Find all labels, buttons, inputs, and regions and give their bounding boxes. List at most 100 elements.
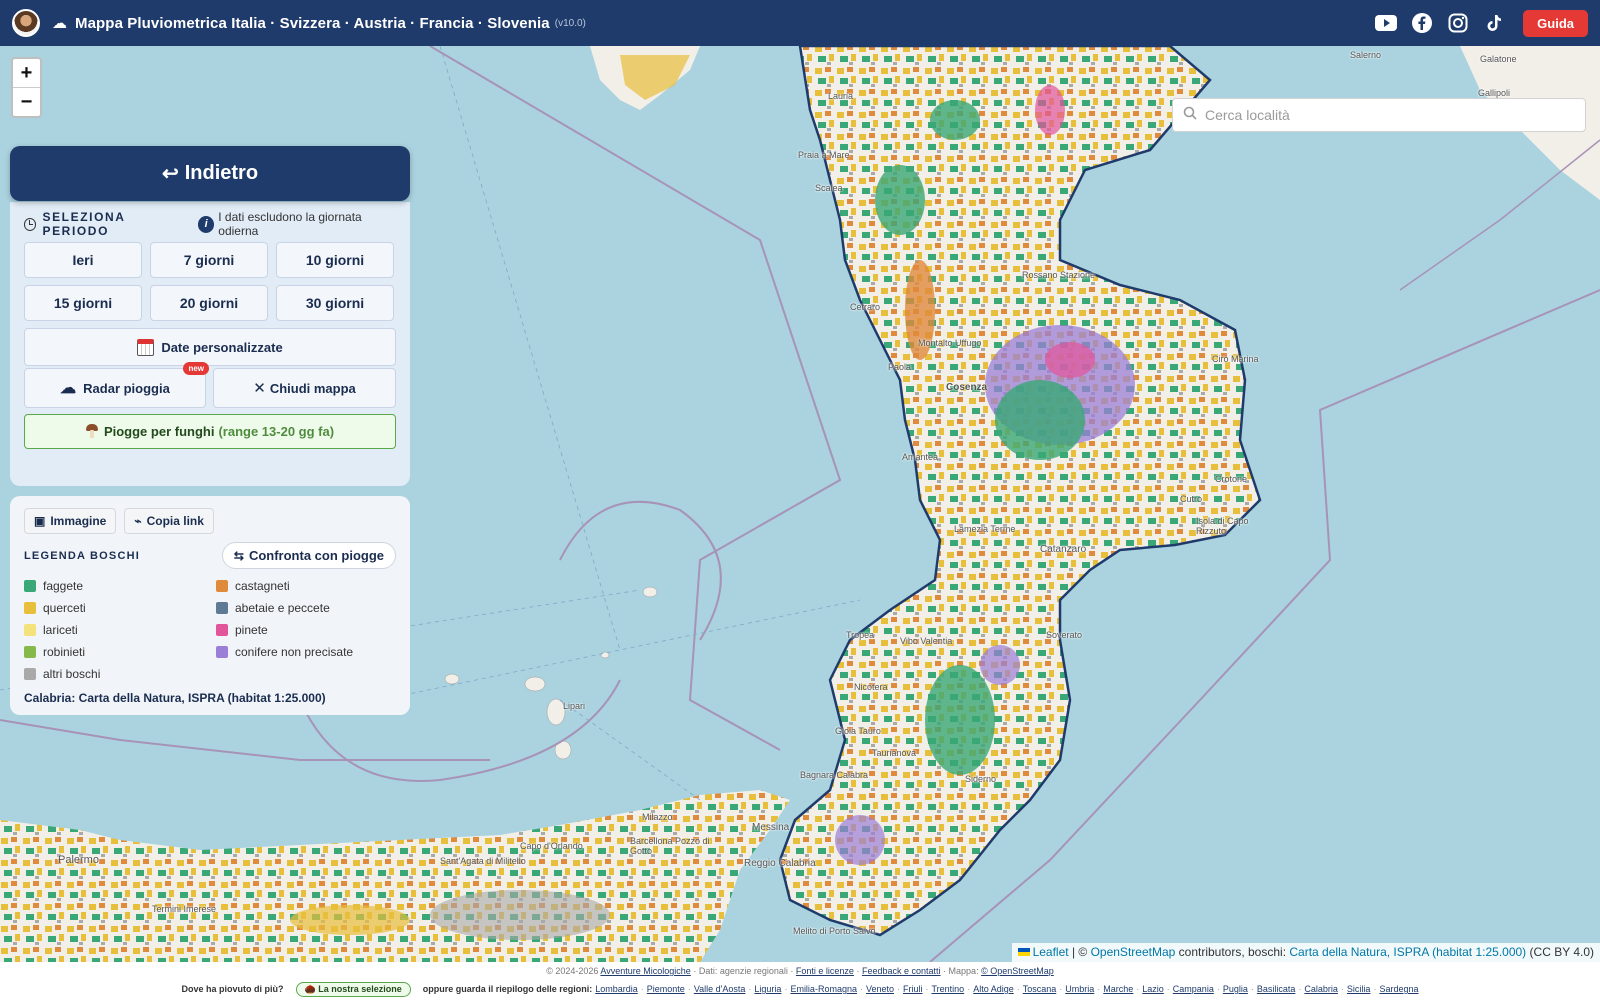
top-bar: ☁ Mappa Pluviometrica Italia · Svizzera … xyxy=(0,0,1600,46)
separator: · xyxy=(859,984,863,994)
legend-item: faggete xyxy=(24,578,216,594)
separator: · xyxy=(748,984,752,994)
legend-item: pinete xyxy=(216,622,396,638)
separator: · xyxy=(897,984,900,994)
period-button-10[interactable]: 10 giorni xyxy=(276,242,394,278)
region-link[interactable]: Campania xyxy=(1173,984,1214,994)
camera-icon: ▣ xyxy=(34,514,46,528)
leaflet-link[interactable]: Leaflet xyxy=(1033,945,1069,959)
region-link[interactable]: Sardegna xyxy=(1379,984,1418,994)
place-label: Cirò Marina xyxy=(1212,354,1259,364)
app-title: Mappa Pluviometrica Italia · Svizzera · … xyxy=(75,14,550,32)
region-link[interactable]: Puglia xyxy=(1223,984,1248,994)
region-link[interactable]: Piemonte xyxy=(647,984,685,994)
osm-footer-link[interactable]: © OpenStreetMap xyxy=(981,966,1054,976)
calendar-icon xyxy=(137,338,155,356)
separator: · xyxy=(640,984,644,994)
search-input[interactable] xyxy=(1205,107,1565,123)
our-selection-button[interactable]: 🌰 La nostra selezione xyxy=(295,981,411,997)
zoom-out-button[interactable]: − xyxy=(13,88,40,117)
compare-button[interactable]: ⇆ Confronta con piogge xyxy=(221,542,396,569)
period-note: I dati escludono la giornata odierna xyxy=(218,210,362,238)
new-badge: new xyxy=(183,362,209,375)
region-link[interactable]: Basilicata xyxy=(1257,984,1296,994)
region-link[interactable]: Liguria xyxy=(754,984,781,994)
place-label: Gioia Tauro xyxy=(835,726,881,736)
legend-item: conifere non precisate xyxy=(216,644,396,660)
period-button-15[interactable]: 15 giorni xyxy=(24,285,142,321)
region-link[interactable]: Marche xyxy=(1103,984,1133,994)
compare-label: Confronta con piogge xyxy=(248,548,384,563)
footer-dot: · xyxy=(856,966,860,976)
mushroom-rain-label: Piogge per funghi xyxy=(103,424,215,439)
place-label: Nicotera xyxy=(854,682,888,692)
tiktok-icon[interactable] xyxy=(1483,12,1505,34)
region-link[interactable]: Valle d'Aosta xyxy=(694,984,746,994)
place-label: Crotone xyxy=(1215,474,1248,484)
separator: · xyxy=(1059,984,1063,994)
period-button-20[interactable]: 20 giorni xyxy=(150,285,268,321)
place-label: Messina xyxy=(752,822,790,833)
sources-link[interactable]: Fonti e licenze xyxy=(796,966,854,976)
period-button-ieri[interactable]: Ieri xyxy=(24,242,142,278)
instagram-icon[interactable] xyxy=(1447,12,1469,34)
period-button-7[interactable]: 7 giorni xyxy=(150,242,268,278)
legend-swatch xyxy=(216,646,228,658)
place-label: Bagnara Calabra xyxy=(800,770,869,780)
separator: · xyxy=(1340,984,1344,994)
place-label: Montalto Uffugo xyxy=(918,338,982,348)
region-link[interactable]: Trentino xyxy=(932,984,965,994)
legend-item: lariceti xyxy=(24,622,216,638)
region-link[interactable]: Umbria xyxy=(1065,984,1094,994)
region-link[interactable]: Sicilia xyxy=(1347,984,1371,994)
cdn-link[interactable]: Carta della Natura, ISPRA (habitat 1:25.… xyxy=(1289,945,1526,959)
place-label: Isola di Capo Rizzuto xyxy=(1196,516,1249,536)
region-link[interactable]: Alto Adige xyxy=(973,984,1014,994)
info-icon[interactable]: i xyxy=(198,215,215,233)
region-link[interactable]: Friuli xyxy=(903,984,923,994)
radar-button[interactable]: ☁ Radar pioggia new xyxy=(24,362,209,408)
period-title: SELEZIONA PERIODO xyxy=(42,210,126,238)
region-link[interactable]: Lombardia xyxy=(595,984,638,994)
mushroom-rain-button[interactable]: Piogge per funghi (range 13-20 gg fa) xyxy=(24,414,396,449)
footer-map: · Mappa: xyxy=(943,966,979,976)
place-label: Rossano Stazione xyxy=(1022,270,1096,280)
osm-link[interactable]: OpenStreetMap xyxy=(1091,945,1176,959)
region-link[interactable]: Calabria xyxy=(1304,984,1338,994)
place-label: Milazzo xyxy=(642,812,673,822)
legend-swatch xyxy=(216,624,228,636)
image-button[interactable]: ▣ Immagine xyxy=(24,508,117,534)
feedback-link[interactable]: Feedback e contatti xyxy=(862,966,941,976)
legend-label: abetaie e peccete xyxy=(235,601,330,615)
guide-button[interactable]: Guida xyxy=(1523,9,1588,37)
region-link[interactable]: Lazio xyxy=(1142,984,1164,994)
custom-dates-button[interactable]: Date personalizzate xyxy=(24,328,396,366)
legend-label: robinieti xyxy=(43,645,86,659)
place-label: Barcellona Pozzo di Gotto xyxy=(630,836,710,856)
place-label: Melito di Porto Salvo xyxy=(793,926,876,936)
region-link[interactable]: Toscana xyxy=(1023,984,1057,994)
site-link[interactable]: Avventure Micologiche xyxy=(600,966,690,976)
youtube-icon[interactable] xyxy=(1375,12,1398,34)
avatar[interactable] xyxy=(12,9,40,37)
place-label: Taurianova xyxy=(872,748,917,758)
zoom-in-button[interactable]: + xyxy=(13,59,40,88)
separator: · xyxy=(1136,984,1140,994)
place-label: Gallipoli xyxy=(1478,88,1511,98)
back-button[interactable]: ↩ Indietro xyxy=(10,146,410,201)
facebook-icon[interactable] xyxy=(1411,12,1433,34)
place-label: Galatone xyxy=(1480,54,1517,64)
region-link[interactable]: Emilia-Romagna xyxy=(790,984,857,994)
close-map-button[interactable]: ✕ Chiudi mappa xyxy=(213,368,396,408)
region-link[interactable]: Veneto xyxy=(866,984,894,994)
place-label: Cutro xyxy=(1180,494,1203,504)
separator: · xyxy=(967,984,971,994)
separator: · xyxy=(1097,984,1101,994)
legend-source: Calabria: Carta della Natura, ISPRA (hab… xyxy=(24,691,326,705)
copy-link-button[interactable]: ⌁ Copia link xyxy=(124,508,214,534)
legend-label: querceti xyxy=(43,601,86,615)
place-label: Palermo xyxy=(58,854,99,866)
footer-data-source: · Dati: agenzie regionali · xyxy=(693,966,794,976)
period-button-30[interactable]: 30 giorni xyxy=(276,285,394,321)
close-icon: ✕ xyxy=(253,380,266,397)
